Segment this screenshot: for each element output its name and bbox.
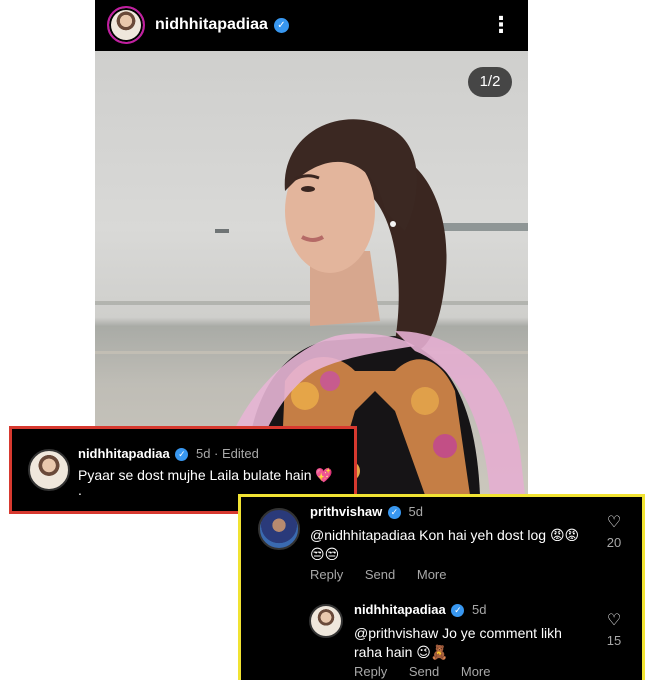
instagram-post: nidhhitapadiaa ✓ ⋮ 1/2 — [95, 0, 528, 495]
comment-timestamp: 5d — [408, 504, 423, 519]
verified-badge-icon: ✓ — [273, 17, 289, 33]
send-button[interactable]: Send — [365, 567, 395, 582]
verified-badge-icon: ✓ — [175, 448, 189, 462]
more-button[interactable]: More — [417, 567, 447, 582]
comment-username[interactable]: prithvishaw — [310, 504, 382, 519]
reply-author-avatar[interactable] — [309, 604, 343, 638]
post-author-avatar[interactable] — [107, 6, 145, 44]
comment-text-line: Pyaar se dost mujhe Laila bulate hain 💖 — [78, 467, 333, 483]
post-author-username[interactable]: nidhhitapadiaa — [155, 16, 268, 34]
post-header: nidhhitapadiaa ✓ ⋮ — [95, 0, 528, 50]
comment-author-avatar[interactable] — [28, 449, 70, 491]
comment-username[interactable]: nidhhitapadiaa — [78, 446, 170, 461]
more-options-icon[interactable]: ⋮ — [490, 11, 512, 39]
comment-text: @nidhhitapadiaa Kon hai yeh dost log 😡😡 … — [310, 526, 579, 564]
like-heart-icon[interactable]: ♡ — [602, 512, 626, 532]
like-heart-icon[interactable]: ♡ — [602, 610, 626, 630]
reply-text: @prithvishaw Jo ye comment likh raha hai… — [354, 624, 562, 662]
comment-author-avatar[interactable] — [258, 508, 300, 550]
comment-text-line: @nidhhitapadiaa Kon hai yeh dost log 😡😡 — [310, 527, 580, 543]
comment-text-line: 😒😒 — [310, 546, 340, 562]
more-button[interactable]: More — [461, 664, 491, 679]
reply-username[interactable]: nidhhitapadiaa — [354, 602, 446, 617]
comment-thread: prithvishaw ✓ 5d @nidhhitapadiaa Kon hai… — [238, 494, 645, 680]
comment-text: Pyaar se dost mujhe Laila bulate hain 💖 … — [78, 466, 333, 497]
like-count: 20 — [606, 535, 622, 550]
comment-timestamp: 5d · Edited — [195, 446, 259, 461]
send-button[interactable]: Send — [409, 664, 439, 679]
reply-text-line: raha hain 😉🧸 — [354, 644, 449, 660]
like-count: 15 — [606, 633, 622, 648]
reply-text-line: @prithvishaw Jo ye comment likh — [354, 625, 562, 641]
verified-badge-icon: ✓ — [451, 604, 465, 618]
comment-author: nidhhitapadiaa ✓ 5d · Edited — [78, 446, 259, 462]
comment-actions: Reply Send More — [310, 567, 465, 582]
reply-actions: Reply Send More — [354, 664, 509, 679]
comment-author: prithvishaw ✓ 5d — [310, 504, 423, 520]
reply-button[interactable]: Reply — [354, 664, 387, 679]
reply-button[interactable]: Reply — [310, 567, 343, 582]
verified-badge-icon: ✓ — [387, 506, 401, 520]
reply-timestamp: 5d — [471, 602, 487, 617]
reply-author: nidhhitapadiaa ✓ 5d — [354, 602, 487, 618]
carousel-page-counter: 1/2 — [468, 67, 512, 97]
